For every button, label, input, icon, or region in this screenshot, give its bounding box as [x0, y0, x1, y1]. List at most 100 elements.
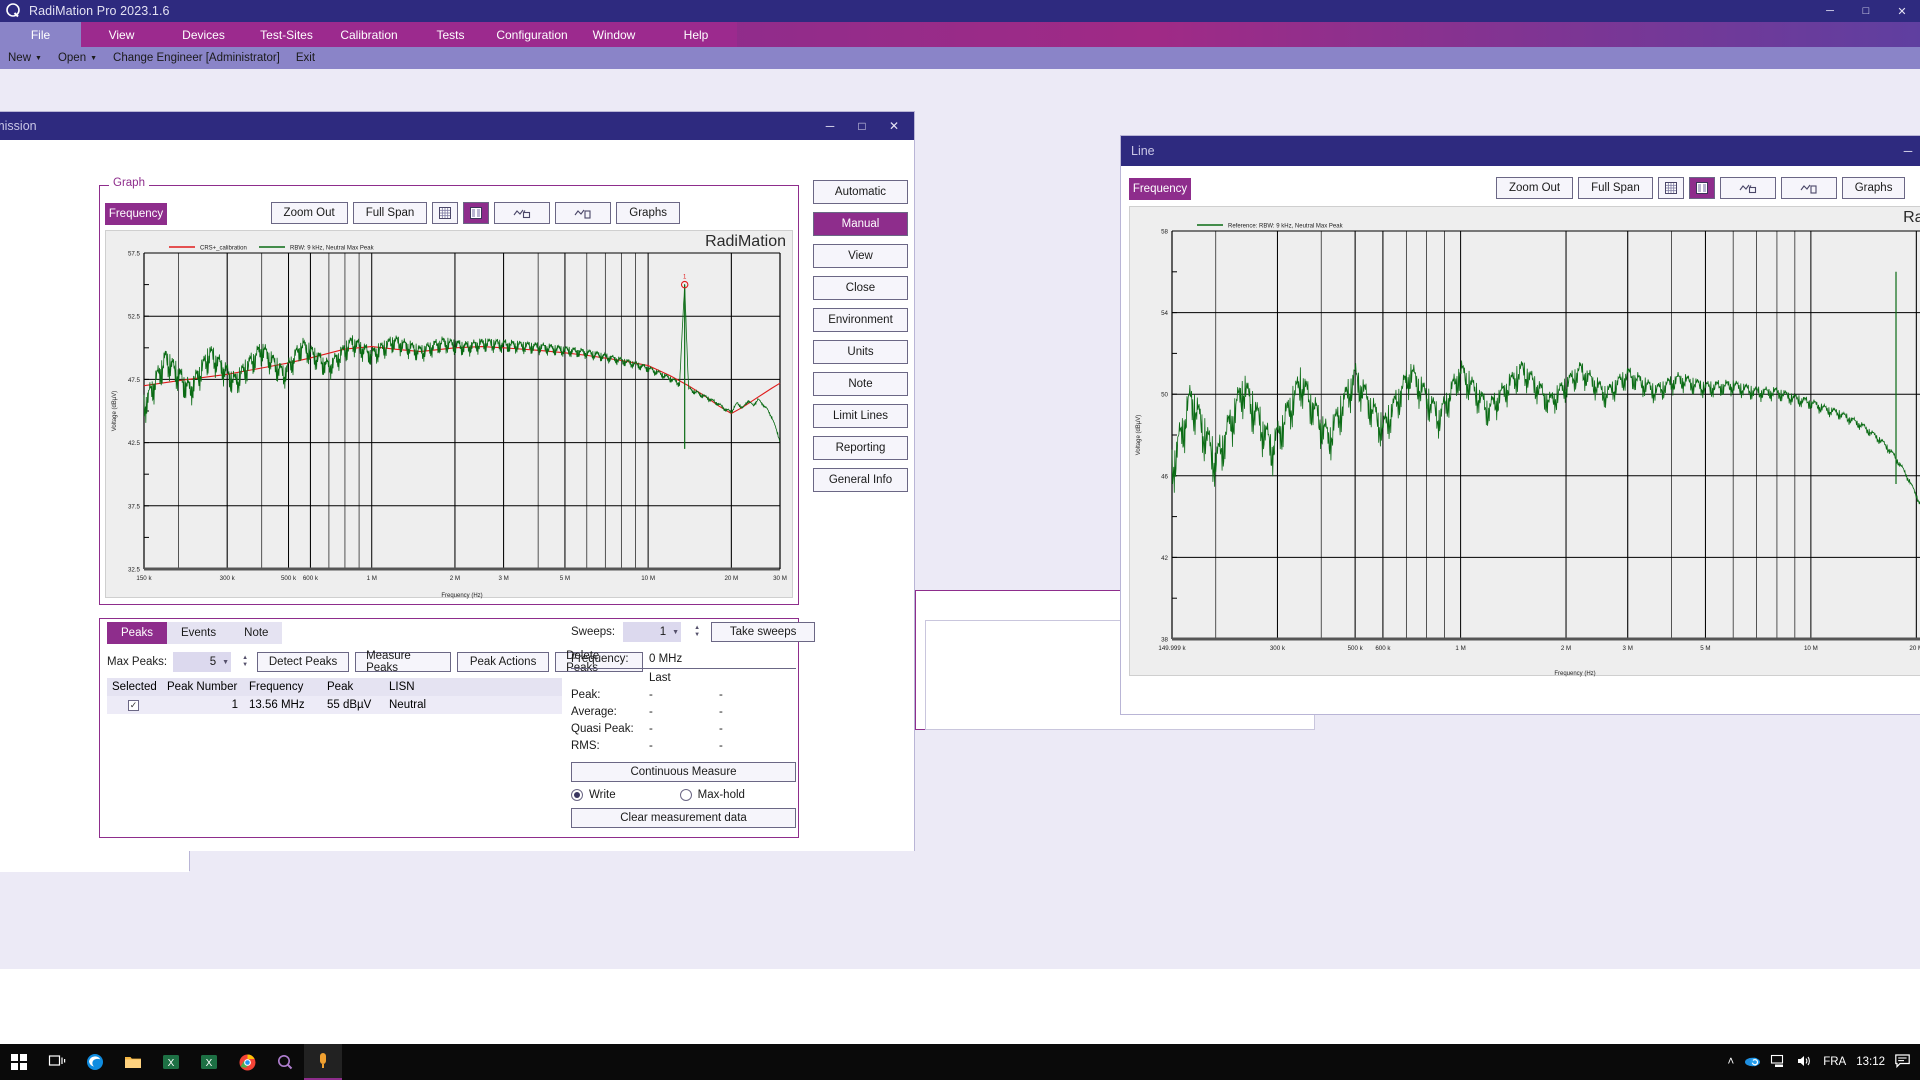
radimation-active-icon[interactable] [304, 1044, 342, 1080]
tab-peaks[interactable]: Peaks [107, 622, 167, 644]
menu-item-exit[interactable]: Exit [288, 47, 323, 69]
app-close-button[interactable]: ✕ [1884, 0, 1920, 22]
max-peaks-spinner[interactable]: ▲ ▼ [239, 653, 251, 671]
menu-item-change-engineer[interactable]: Change Engineer [Administrator] [105, 47, 288, 69]
file-explorer-icon[interactable] [114, 1044, 152, 1080]
ribbon-tab-configuration[interactable]: Configuration [491, 22, 573, 47]
sweeps-text: 1 [659, 626, 667, 638]
svg-text:Voltage (dBµV): Voltage (dBµV) [1136, 415, 1142, 455]
menu-item-open[interactable]: Open ▼ [50, 47, 105, 69]
graph-minimize-button[interactable]: ─ [814, 112, 846, 140]
edge-icon[interactable] [76, 1044, 114, 1080]
ribbon-tab-window[interactable]: Window [573, 22, 655, 47]
line-delta-marker-icon-button[interactable] [1780, 177, 1837, 199]
ribbon-tab-devices[interactable]: Devices [162, 22, 245, 47]
measure-peaks-button[interactable]: Measure Peaks [355, 650, 452, 674]
line-column-view-icon-button[interactable] [1688, 177, 1715, 199]
limit-lines-button[interactable]: Limit Lines [813, 404, 908, 428]
svg-text:10 M: 10 M [641, 575, 655, 582]
line-minimize-button[interactable]: ─ [1891, 136, 1920, 166]
ribbon-tab-calibration[interactable]: Calibration [328, 22, 410, 47]
write-radio-label: Write [589, 789, 616, 801]
results-peak-other: - [719, 688, 723, 701]
row-lisn: Neutral [389, 699, 427, 711]
line-zoom-out-button[interactable]: Zoom Out [1496, 177, 1574, 199]
ribbon-tab-test-sites[interactable]: Test-Sites [245, 22, 328, 47]
line-frequency-tab[interactable]: Frequency [1129, 178, 1191, 200]
sweeps-spinner[interactable]: ▲ ▼ [691, 623, 703, 641]
line-marker-tool-icon-button[interactable] [1719, 177, 1776, 199]
clock[interactable]: 13:12 [1856, 1056, 1885, 1068]
graphs-button[interactable]: Graphs [616, 202, 680, 224]
delta-marker-icon-button[interactable] [555, 202, 612, 224]
graph-maximize-button[interactable]: □ [846, 112, 878, 140]
ribbon-tab-help[interactable]: Help [655, 22, 737, 47]
clear-measurement-data-button[interactable]: Clear measurement data [571, 808, 796, 828]
manual-button[interactable]: Manual [813, 212, 908, 236]
table-row[interactable]: ✓ 1 13.56 MHz 55 dBµV Neutral [107, 696, 562, 714]
line-full-span-button[interactable]: Full Span [1578, 177, 1653, 199]
graph-side-buttons: Automatic Manual View Close Environment … [813, 180, 908, 500]
row-checkbox-cell[interactable]: ✓ [107, 699, 162, 711]
general-info-button[interactable]: General Info [813, 468, 908, 492]
line-chart[interactable]: RadiMation 149.999 k 300 k 500 k 600 k 1 M 2 … [1129, 206, 1920, 677]
max-hold-radio[interactable] [679, 789, 692, 801]
svg-text:Reference: RBW: 9 kHz, Neutral: Reference: RBW: 9 kHz, Neutral Max Peak [1228, 224, 1344, 230]
main-chart[interactable]: RadiMation 150 k 300 k 500 k 600 k 1 M 2 M 3 M… [105, 230, 793, 599]
view-button[interactable]: View [813, 244, 908, 268]
take-sweeps-button[interactable]: Take sweeps [711, 622, 816, 642]
ribbon-tab-tests[interactable]: Tests [410, 22, 491, 47]
ribbon-tab-file[interactable]: File [0, 22, 81, 47]
zoom-out-button[interactable]: Zoom Out [270, 202, 348, 224]
chevron-down-icon: ▼ [222, 658, 230, 666]
write-radio[interactable] [571, 789, 583, 801]
results-row-quasi-peak: Quasi Peak: - - [571, 720, 796, 737]
close-button[interactable]: Close [813, 276, 908, 300]
line-graphs-button[interactable]: Graphs [1841, 177, 1906, 199]
continuous-measure-button[interactable]: Continuous Measure [571, 762, 796, 782]
line-grid-view-icon-button[interactable] [1657, 177, 1684, 199]
language-indicator[interactable]: FRA [1823, 1056, 1846, 1068]
chrome-icon[interactable] [228, 1044, 266, 1080]
tab-note[interactable]: Note [230, 622, 283, 644]
max-peaks-value[interactable]: 5 ▼ [173, 652, 232, 672]
start-button[interactable] [0, 1044, 38, 1080]
grid-view-icon-button[interactable] [432, 202, 459, 224]
reporting-button[interactable]: Reporting [813, 436, 908, 460]
excel-icon[interactable]: X [152, 1044, 190, 1080]
detect-peaks-button[interactable]: Detect Peaks [257, 652, 350, 672]
graph-close-button[interactable]: ✕ [878, 112, 910, 140]
network-icon[interactable] [1771, 1054, 1787, 1071]
full-span-button[interactable]: Full Span [352, 202, 428, 224]
results-quasi-peak-last: - [649, 722, 653, 735]
volume-icon[interactable] [1797, 1054, 1813, 1071]
notification-icon[interactable] [1895, 1053, 1910, 1071]
task-view-button[interactable] [38, 1044, 76, 1080]
peak-actions-button[interactable]: Peak Actions [457, 652, 550, 672]
automatic-button[interactable]: Automatic [813, 180, 908, 204]
units-button[interactable]: Units [813, 340, 908, 364]
col-peak-number: Peak Number [167, 681, 238, 693]
marker-tool-icon-button[interactable] [494, 202, 551, 224]
sweeps-value[interactable]: 1 ▼ [623, 622, 682, 642]
tray-chevron-up-icon[interactable]: ˄ [1728, 1056, 1735, 1068]
svg-text:42.5: 42.5 [128, 440, 141, 447]
menu-item-new[interactable]: New ▼ [0, 47, 50, 69]
app-minimize-button[interactable]: ─ [1812, 0, 1848, 22]
onedrive-sync-icon[interactable] [1744, 1054, 1761, 1071]
row-checkbox[interactable]: ✓ [128, 700, 139, 711]
frequency-tab[interactable]: Frequency [105, 203, 167, 225]
sweeps-label: Sweeps: [571, 626, 616, 638]
tab-events[interactable]: Events [166, 622, 231, 644]
svg-text:X: X [168, 1058, 175, 1069]
environment-button[interactable]: Environment [813, 308, 908, 332]
note-button[interactable]: Note [813, 372, 908, 396]
app-maximize-button[interactable]: □ [1848, 0, 1884, 22]
max-hold-radio-label: Max-hold [697, 789, 745, 801]
column-view-icon-button[interactable] [463, 202, 490, 224]
svg-text:300 k: 300 k [220, 575, 236, 582]
ribbon-tab-view[interactable]: View [81, 22, 162, 47]
radimation-taskbar-icon[interactable] [266, 1044, 304, 1080]
excel2-icon[interactable]: X [190, 1044, 228, 1080]
svg-text:500 k: 500 k [281, 575, 297, 582]
